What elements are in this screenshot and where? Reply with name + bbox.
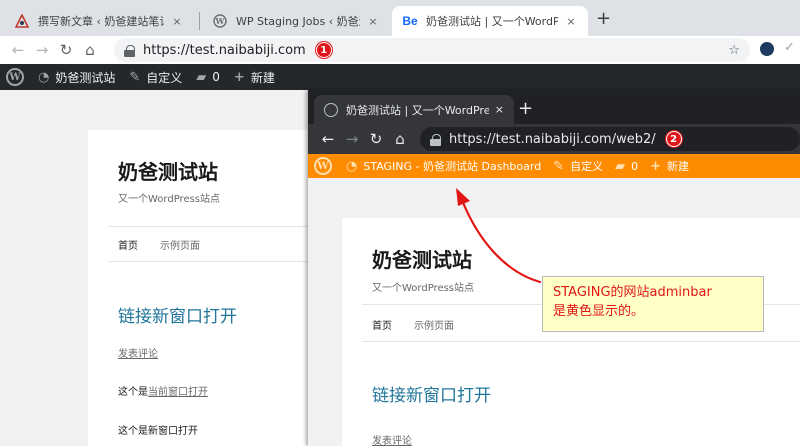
callout-line-1: STAGING的网站adminbar	[553, 285, 712, 300]
site-description: 又一个WordPress站点	[372, 283, 475, 294]
admin-bar-site-name[interactable]: ◔ STAGING - 奶爸测试站 Dashboard	[346, 158, 541, 174]
menu-item-sample-page[interactable]: 示例页面	[414, 317, 454, 332]
close-icon[interactable]: ×	[366, 15, 380, 28]
admin-bar-customize[interactable]: ✎ 自定义	[553, 158, 603, 174]
home-icon[interactable]: ⌂	[78, 41, 102, 59]
reload-icon[interactable]: ↻	[364, 130, 388, 148]
staging-admin-bar: W ◔ STAGING - 奶爸测试站 Dashboard ✎ 自定义 ▰ 0 + 新建	[308, 154, 800, 178]
menu-item-home[interactable]: 首页	[118, 237, 138, 252]
admin-bar-site-name[interactable]: ◔ 奶爸测试站	[38, 69, 115, 86]
tab-wp-staging-jobs[interactable]: W WP Staging Jobs ‹ 奶爸测试站 — ×	[202, 6, 390, 36]
site-title[interactable]: 奶爸测试站	[372, 244, 472, 273]
forward-arrow-icon[interactable]: →	[340, 130, 364, 148]
tab-naiba-test-site-staging[interactable]: 奶爸测试站 | 又一个WordPress站 ×	[314, 95, 514, 124]
comment-link[interactable]: 发表评论	[118, 345, 158, 360]
forward-arrow-icon[interactable]: →	[30, 41, 54, 59]
close-icon[interactable]: ×	[564, 15, 578, 28]
svg-text:W: W	[215, 16, 226, 26]
back-admin-bar: W ◔ 奶爸测试站 ✎ 自定义 ▰ 0 + 新建	[0, 64, 800, 90]
brush-icon: ✎	[553, 158, 565, 174]
back-arrow-icon[interactable]: ←	[316, 130, 340, 148]
back-page-content: 奶爸测试站 又一个WordPress站点 首页 示例页面 链接新窗口打开 发表评…	[88, 130, 318, 446]
wordpress-icon: W	[212, 13, 228, 29]
brush-icon: ✎	[129, 69, 141, 85]
divider	[108, 226, 318, 227]
tab-write-post[interactable]: 撰写新文章 ‹ 奶爸建站笔记 — W ×	[4, 6, 194, 36]
tab-divider	[199, 12, 200, 30]
wordpress-logo-icon[interactable]: W	[6, 68, 24, 86]
tab-naiba-test-site[interactable]: Be 奶爸测试站 | 又一个WordPress站 ×	[392, 6, 588, 36]
close-icon[interactable]: ×	[170, 15, 184, 28]
address-bar[interactable]: https://test.naibabiji.com/web2/ 2	[420, 127, 800, 151]
current-window-link[interactable]: 当前窗口打开	[148, 387, 208, 398]
comment-icon: ▰	[615, 158, 626, 174]
comment-link[interactable]: 发表评论	[372, 432, 412, 446]
extension-icon[interactable]	[760, 42, 774, 56]
main-menu: 首页 示例页面	[118, 237, 200, 252]
tab-title: WP Staging Jobs ‹ 奶爸测试站 —	[236, 15, 360, 28]
front-browser-window: 奶爸测试站 | 又一个WordPress站 × + ← → ↻ ⌂ https:…	[308, 90, 800, 446]
plus-icon: +	[233, 69, 245, 85]
reload-icon[interactable]: ↻	[54, 41, 78, 59]
new-tab-button[interactable]: +	[518, 98, 533, 119]
behance-favicon-icon: Be	[402, 14, 418, 28]
tab-title: 奶爸测试站 | 又一个WordPress站	[426, 15, 558, 28]
front-tab-strip: 奶爸测试站 | 又一个WordPress站 × +	[308, 90, 800, 124]
wp-admin-favicon-icon	[14, 13, 30, 29]
wordpress-logo-icon[interactable]: W	[314, 157, 332, 175]
close-icon[interactable]: ×	[495, 103, 504, 116]
tab-title: 奶爸测试站 | 又一个WordPress站	[346, 103, 489, 117]
tab-title: 撰写新文章 ‹ 奶爸建站笔记 — W	[38, 15, 164, 28]
divider	[108, 261, 318, 262]
plus-icon: +	[650, 158, 661, 174]
back-arrow-icon[interactable]: ←	[6, 41, 30, 59]
admin-bar-customize[interactable]: ✎ 自定义	[129, 69, 182, 86]
site-description: 又一个WordPress站点	[118, 194, 221, 205]
back-tab-strip: 撰写新文章 ‹ 奶爸建站笔记 — W × W WP Staging Jobs ‹…	[0, 0, 800, 36]
menu-item-home[interactable]: 首页	[372, 317, 392, 332]
comment-icon: ▰	[196, 69, 207, 85]
post-title[interactable]: 链接新窗口打开	[118, 302, 237, 327]
step-badge: 1	[315, 42, 332, 58]
site-title[interactable]: 奶爸测试站	[118, 156, 218, 185]
front-page-content: 奶爸测试站 又一个WordPress站点 首页 示例页面 链接新窗口打开 发表评…	[342, 218, 800, 446]
admin-bar-new[interactable]: + 新建	[650, 158, 689, 174]
dashboard-icon: ◔	[38, 69, 50, 85]
menu-item-sample-page[interactable]: 示例页面	[160, 237, 200, 252]
post-title[interactable]: 链接新窗口打开	[372, 381, 491, 406]
url-text: https://test.naibabiji.com	[143, 42, 306, 58]
divider	[362, 341, 800, 342]
main-menu: 首页 示例页面	[372, 317, 454, 332]
admin-bar-new[interactable]: + 新建	[234, 69, 275, 86]
check-icon[interactable]: ✓	[784, 40, 795, 55]
url-text: https://test.naibabiji.com/web2/	[449, 131, 656, 147]
back-toolbar: ← → ↻ ⌂ https://test.naibabiji.com 1 ☆ ✓	[0, 36, 800, 64]
admin-bar-comments[interactable]: ▰ 0	[615, 159, 638, 174]
dashboard-icon: ◔	[346, 158, 358, 174]
home-icon[interactable]: ⌂	[388, 130, 412, 148]
paragraph-current-window: 这个是当前窗口打开	[118, 387, 208, 398]
new-tab-button[interactable]: +	[596, 8, 611, 29]
paragraph-new-window: 这个是新窗口打开	[118, 426, 198, 437]
star-icon[interactable]: ☆	[728, 43, 740, 58]
lock-icon	[430, 133, 441, 146]
annotation-callout: STAGING的网站adminbar 是黄色显示的。	[542, 276, 764, 332]
address-bar[interactable]: https://test.naibabiji.com 1 ☆	[114, 38, 750, 62]
globe-icon	[324, 102, 338, 117]
step-badge: 2	[665, 131, 682, 147]
callout-line-2: 是黄色显示的。	[553, 304, 645, 319]
lock-icon	[124, 44, 135, 57]
front-toolbar: ← → ↻ ⌂ https://test.naibabiji.com/web2/…	[308, 124, 800, 154]
admin-bar-comments[interactable]: ▰ 0	[196, 70, 220, 85]
